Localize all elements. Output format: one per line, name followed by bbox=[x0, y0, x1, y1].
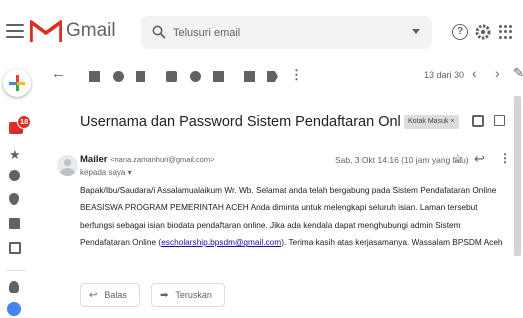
top-bar: Gmail ? bbox=[0, 0, 523, 62]
help-icon[interactable]: ? bbox=[452, 24, 468, 40]
mark-unread-mail-icon[interactable] bbox=[166, 71, 177, 82]
starred-icon[interactable]: ★ bbox=[9, 148, 21, 161]
email-subject: Usernama dan Password Sistem Pendaftaran… bbox=[80, 114, 400, 130]
search-options-chevron-down-icon[interactable] bbox=[412, 29, 420, 34]
gear-icon[interactable] bbox=[474, 23, 492, 41]
sender-line: Mailer <nana.zamanhuri@gmail.com> bbox=[80, 154, 214, 165]
recipient-details-toggle[interactable]: kepada saya ▾ bbox=[80, 168, 132, 177]
reply-button-label: Balas bbox=[104, 290, 127, 300]
delete-trash-icon[interactable] bbox=[136, 71, 145, 82]
main-menu-icon[interactable] bbox=[6, 24, 24, 40]
label-tag-icon[interactable] bbox=[267, 71, 278, 82]
report-spam-icon[interactable] bbox=[113, 71, 124, 82]
add-to-tasks-icon[interactable] bbox=[213, 71, 224, 82]
sender-email: <nana.zamanhuri@gmail.com> bbox=[110, 155, 215, 164]
search-bar[interactable] bbox=[141, 16, 432, 49]
sender-avatar bbox=[57, 155, 78, 176]
forward-button[interactable]: ➡ Teruskan bbox=[151, 283, 225, 307]
reply-icon: ↩ bbox=[89, 289, 98, 301]
message-toolbar: ← ⋮ 13 dari 30 ‹ › ✎▾ bbox=[36, 62, 523, 92]
rail-divider bbox=[6, 270, 26, 271]
email-body: Bapak/Ibu/Saudara/i Assalamualaikum Wr. … bbox=[80, 182, 510, 252]
inbox-unread-badge: 18 bbox=[17, 115, 32, 129]
back-arrow-icon[interactable]: ← bbox=[51, 65, 66, 82]
reply-button[interactable]: ↩ Balas bbox=[80, 283, 140, 307]
important-label-icon[interactable] bbox=[9, 193, 19, 205]
more-options-icon[interactable]: ⋮ bbox=[290, 67, 303, 83]
pager-count: 13 dari 30 bbox=[424, 70, 465, 80]
forward-icon: ➡ bbox=[160, 289, 169, 301]
search-input[interactable] bbox=[173, 16, 383, 49]
drafts-icon[interactable] bbox=[9, 242, 21, 254]
sender-name[interactable]: Mailer bbox=[80, 154, 107, 165]
reply-arrow-icon[interactable]: ↩ bbox=[474, 151, 485, 167]
forward-button-label: Teruskan bbox=[175, 290, 212, 300]
open-new-window-icon[interactable] bbox=[494, 115, 505, 126]
input-tools-pen-icon[interactable]: ✎▾ bbox=[513, 65, 523, 81]
search-icon[interactable] bbox=[152, 25, 166, 39]
move-to-folder-icon[interactable] bbox=[244, 71, 255, 82]
contacts-person-icon[interactable] bbox=[9, 281, 19, 293]
print-icon[interactable] bbox=[472, 115, 484, 127]
archive-icon[interactable] bbox=[89, 71, 100, 82]
star-icon[interactable]: ☆ bbox=[452, 151, 464, 167]
gmail-logo-icon[interactable] bbox=[30, 18, 62, 44]
snooze-clock-icon[interactable] bbox=[190, 71, 201, 82]
snoozed-clock-icon[interactable] bbox=[9, 170, 20, 181]
message-more-icon[interactable]: ⋮ bbox=[499, 151, 511, 165]
compose-plus-icon[interactable] bbox=[3, 69, 31, 97]
newer-chevron-left-icon[interactable]: ‹ bbox=[472, 65, 477, 81]
older-chevron-right-icon[interactable]: › bbox=[495, 65, 500, 81]
app-name[interactable]: Gmail bbox=[66, 20, 116, 42]
inbox-label-chip[interactable]: Kotak Masuk × bbox=[404, 115, 459, 129]
account-avatar-icon[interactable] bbox=[7, 302, 21, 316]
sent-icon[interactable] bbox=[9, 218, 20, 229]
body-text-part2: ). Terima kasih atas kerjasamanya. Wassa… bbox=[281, 237, 503, 248]
scrollbar[interactable] bbox=[514, 96, 521, 256]
support-email-link[interactable]: escholarship.bpsdm@gmail.com bbox=[161, 237, 281, 247]
apps-grid-icon[interactable] bbox=[499, 25, 513, 39]
message-date: Sab, 3 Okt 14.16 (10 jam yang lalu) bbox=[335, 155, 469, 165]
